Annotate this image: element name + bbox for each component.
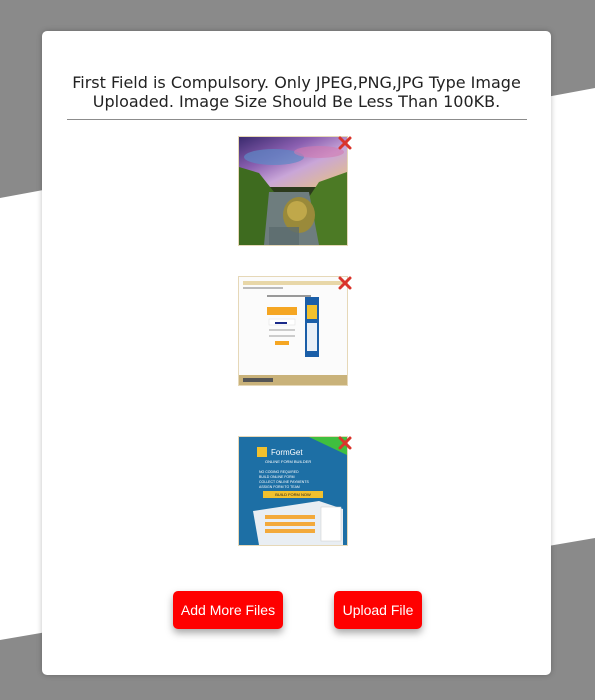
formget-banner: FormGet ONLINE FORM BUILDER NO CODING RE…: [239, 437, 347, 545]
upload-file-button[interactable]: Upload File: [334, 591, 422, 629]
banner-point-1: NO CODING REQUIRED: [259, 470, 299, 474]
divider: [67, 119, 527, 120]
remove-image-1-close-icon[interactable]: [337, 135, 353, 151]
add-more-files-button[interactable]: Add More Files: [173, 591, 283, 629]
image-preview-2: [238, 276, 348, 386]
upload-form-card: First Field is Compulsory. Only JPEG,PNG…: [42, 31, 551, 675]
banner-title: FormGet: [271, 448, 303, 457]
instructions-line-1: First Field is Compulsory. Only JPEG,PNG…: [72, 73, 521, 92]
remove-image-2-close-icon[interactable]: [337, 275, 353, 291]
banner-point-3: COLLECT ONLINE PAYMENTS: [259, 480, 309, 484]
instructions-line-2: Uploaded. Image Size Should Be Less Than…: [92, 92, 501, 111]
landscape-photo: [239, 137, 347, 245]
image-preview-1: [238, 136, 348, 246]
webpage-screenshot: [239, 277, 347, 385]
banner-point-4: ASSIGN FORM TO TEAM: [259, 485, 300, 489]
image-preview-3: FormGet ONLINE FORM BUILDER NO CODING RE…: [238, 436, 348, 546]
banner-cta: BUILD FORM NOW: [275, 492, 311, 497]
banner-point-2: BUILD ONLINE FORM: [259, 475, 295, 479]
banner-subtitle: ONLINE FORM BUILDER: [265, 459, 311, 464]
remove-image-3-close-icon[interactable]: [337, 435, 353, 451]
upload-instructions: First Field is Compulsory. Only JPEG,PNG…: [42, 73, 551, 111]
